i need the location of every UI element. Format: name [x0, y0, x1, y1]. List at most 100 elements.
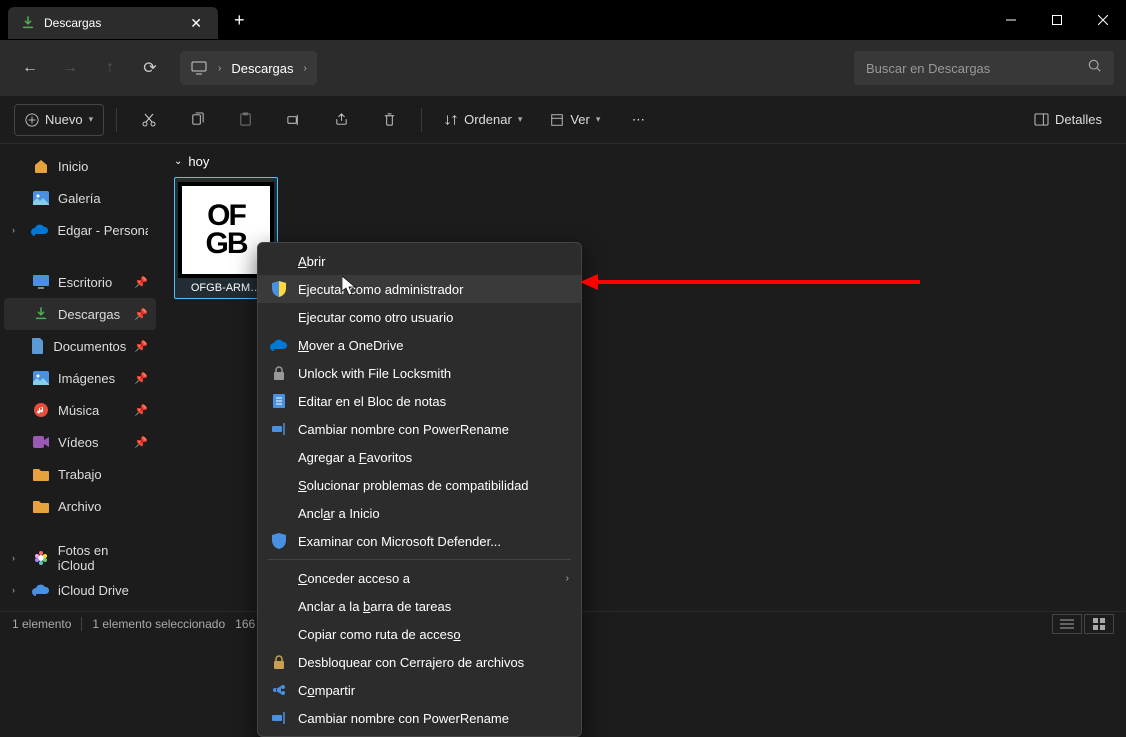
details-pane-button[interactable]: Detalles: [1024, 104, 1112, 136]
view-label: Ver: [570, 112, 590, 127]
shield-icon: [270, 280, 288, 298]
new-tab-button[interactable]: +: [234, 10, 245, 31]
group-label: hoy: [188, 154, 209, 169]
sidebar-item-work[interactable]: Trabajo: [4, 458, 156, 490]
ctx-compat[interactable]: Solucionar problemas de compatibilidad: [258, 471, 581, 499]
ctx-label: Examinar con Microsoft Defender...: [298, 534, 569, 549]
sort-label: Ordenar: [464, 112, 512, 127]
ctx-defender[interactable]: Examinar con Microsoft Defender...: [258, 527, 581, 555]
ctx-label: Cambiar nombre con PowerRename: [298, 422, 569, 437]
ctx-powerrename2[interactable]: Cambiar nombre con PowerRename: [258, 704, 581, 732]
share-button[interactable]: [321, 104, 361, 136]
close-button[interactable]: [1080, 0, 1126, 40]
sort-button[interactable]: Ordenar ▾: [434, 104, 532, 136]
chevron-down-icon: ⌄: [174, 156, 182, 167]
sidebar-item-archive[interactable]: Archivo: [4, 490, 156, 522]
more-button[interactable]: ⋯: [618, 104, 658, 136]
breadcrumb-text: Descargas: [231, 61, 293, 76]
back-button[interactable]: ←: [12, 50, 48, 86]
ctx-add-favorites[interactable]: Agregar a Favoritos: [258, 443, 581, 471]
sidebar-label: Edgar - Persona: [57, 223, 148, 238]
ctx-pin-start[interactable]: Anclar a Inicio: [258, 499, 581, 527]
group-header[interactable]: ⌄ hoy: [174, 154, 1112, 169]
view-button[interactable]: Ver ▾: [540, 104, 610, 136]
maximize-button[interactable]: [1034, 0, 1080, 40]
sidebar-item-home[interactable]: Inicio: [4, 150, 156, 182]
chevron-right-icon: ›: [218, 63, 221, 74]
folder-icon: [32, 497, 50, 515]
search-input[interactable]: [866, 61, 1078, 76]
delete-button[interactable]: [369, 104, 409, 136]
chevron-right-icon: ›: [303, 63, 306, 74]
sidebar-item-videos[interactable]: Vídeos 📌: [4, 426, 156, 458]
copy-button[interactable]: [177, 104, 217, 136]
lock-icon: [270, 364, 288, 382]
tab-title: Descargas: [44, 16, 178, 30]
search-icon: [1088, 59, 1102, 78]
rename-button[interactable]: [273, 104, 313, 136]
sidebar-label: Documentos: [53, 339, 126, 354]
sidebar-item-music[interactable]: Música 📌: [4, 394, 156, 426]
forward-button[interactable]: →: [52, 50, 88, 86]
ctx-label: Unlock with File Locksmith: [298, 366, 569, 381]
pin-icon: 📌: [134, 436, 148, 449]
status-selected: 1 elemento seleccionado: [92, 617, 225, 631]
ctx-share[interactable]: Compartir: [258, 676, 581, 704]
ctx-label: Cambiar nombre con PowerRename: [298, 711, 569, 726]
sidebar-label: Imágenes: [58, 371, 115, 386]
toolbar: Nuevo ▾ Ordenar ▾ Ver ▾ ⋯ Detalles: [0, 96, 1126, 144]
ctx-label: Ejecutar como administrador: [298, 282, 569, 297]
sidebar-item-documents[interactable]: Documentos 📌: [4, 330, 156, 362]
ctx-powerrename[interactable]: Cambiar nombre con PowerRename: [258, 415, 581, 443]
new-button[interactable]: Nuevo ▾: [14, 104, 104, 136]
sidebar-item-icloud-drive[interactable]: › iCloud Drive: [4, 574, 156, 606]
ctx-unlock[interactable]: Unlock with File Locksmith: [258, 359, 581, 387]
sidebar-label: Música: [58, 403, 99, 418]
ctx-pin-taskbar[interactable]: Anclar a la barra de tareas: [258, 592, 581, 620]
ctx-run-other[interactable]: Ejecutar como otro usuario: [258, 303, 581, 331]
sidebar-item-downloads[interactable]: Descargas 📌: [4, 298, 156, 330]
cut-button[interactable]: [129, 104, 169, 136]
music-icon: [32, 401, 50, 419]
search-box[interactable]: [854, 51, 1114, 85]
tab-descargas[interactable]: Descargas ✕: [8, 7, 218, 39]
sidebar-label: Archivo: [58, 499, 101, 514]
ctx-label: Desbloquear con Cerrajero de archivos: [298, 655, 569, 670]
sidebar-label: Galería: [58, 191, 101, 206]
view-list-button[interactable]: [1052, 614, 1082, 634]
view-grid-button[interactable]: [1084, 614, 1114, 634]
refresh-button[interactable]: ⟳: [132, 50, 168, 86]
chevron-right-icon: ›: [566, 573, 569, 584]
notepad-icon: [270, 392, 288, 410]
minimize-button[interactable]: [988, 0, 1034, 40]
chevron-right-icon: ›: [12, 553, 24, 563]
ctx-grant-access[interactable]: Conceder acceso a ›: [258, 564, 581, 592]
paste-button[interactable]: [225, 104, 265, 136]
ctx-move-onedrive[interactable]: Mover a OneDrive: [258, 331, 581, 359]
gallery-icon: [32, 189, 50, 207]
chevron-right-icon: ›: [12, 585, 24, 595]
address-bar[interactable]: › Descargas ›: [180, 51, 317, 85]
ctx-edit-notepad[interactable]: Editar en el Bloc de notas: [258, 387, 581, 415]
folder-icon: [32, 465, 50, 483]
ctx-unlock-locksmith[interactable]: Desbloquear con Cerrajero de archivos: [258, 648, 581, 676]
tab-close-button[interactable]: ✕: [186, 13, 206, 34]
ctx-open[interactable]: Abrir: [258, 247, 581, 275]
up-button[interactable]: ↑: [92, 50, 128, 86]
ctx-copy-path[interactable]: Copiar como ruta de acceso: [258, 620, 581, 648]
sidebar: Inicio Galería › Edgar - Persona Escrito…: [0, 144, 160, 611]
home-icon: [32, 157, 50, 175]
sidebar-item-personal[interactable]: › Edgar - Persona: [4, 214, 156, 246]
ctx-label: Ejecutar como otro usuario: [298, 310, 569, 325]
sidebar-item-desktop[interactable]: Escritorio 📌: [4, 266, 156, 298]
chevron-right-icon: ›: [12, 225, 23, 235]
sidebar-item-images[interactable]: Imágenes 📌: [4, 362, 156, 394]
status-count: 1 elemento: [12, 617, 71, 631]
monitor-icon: [190, 59, 208, 77]
separator: [268, 559, 571, 560]
sidebar-item-icloud-photos[interactable]: › Fotos en iCloud: [4, 542, 156, 574]
sidebar-item-gallery[interactable]: Galería: [4, 182, 156, 214]
desktop-icon: [32, 273, 50, 291]
ctx-run-admin[interactable]: Ejecutar como administrador: [258, 275, 581, 303]
documents-icon: [30, 337, 45, 355]
